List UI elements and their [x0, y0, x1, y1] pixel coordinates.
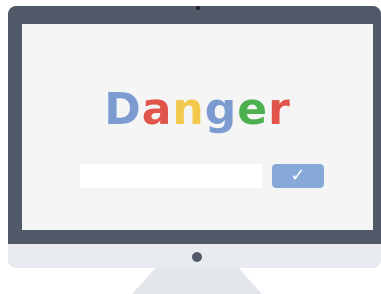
logo-letter: D — [104, 84, 142, 135]
danger-logo: Danger — [22, 82, 373, 138]
power-button-icon — [192, 252, 202, 262]
check-icon: ✓ — [290, 165, 306, 186]
webcam-icon — [196, 6, 200, 10]
logo-letter: a — [141, 84, 173, 135]
logo-letter: r — [268, 84, 291, 135]
logo-letter: e — [237, 84, 269, 135]
logo-letter: g — [204, 84, 238, 135]
search-input[interactable] — [80, 164, 262, 188]
submit-button[interactable]: ✓ — [272, 164, 324, 188]
logo-letter: n — [172, 84, 205, 135]
monitor-stand — [132, 268, 262, 294]
